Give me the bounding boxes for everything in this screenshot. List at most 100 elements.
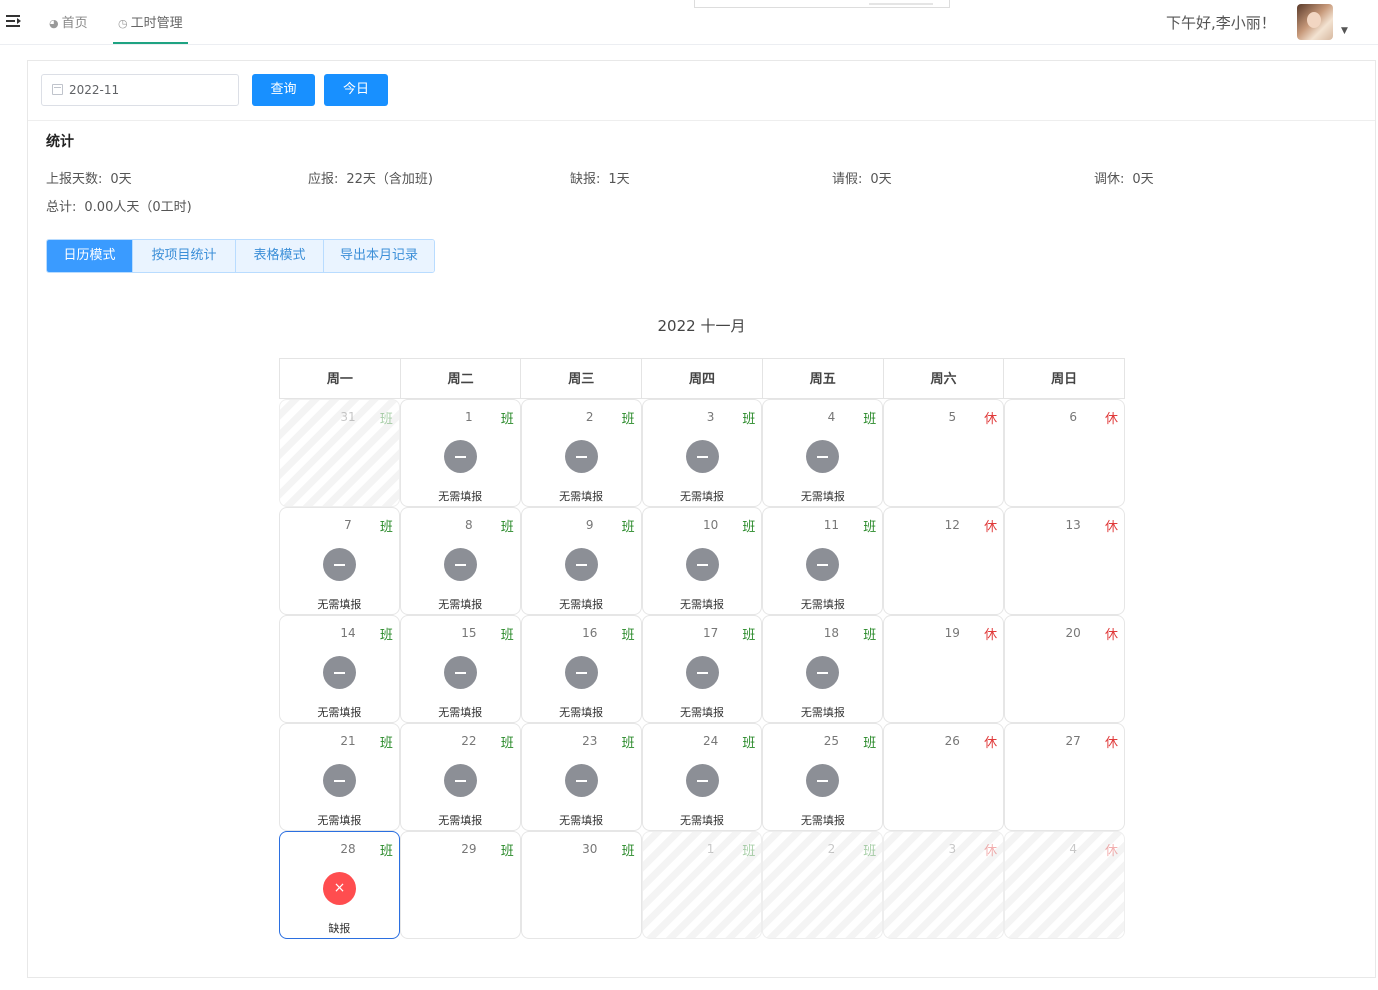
- export-month-button[interactable]: 导出本月记录: [324, 240, 434, 272]
- no-report-needed-icon: [685, 440, 719, 473]
- mode-by-project-button[interactable]: 按项目统计: [133, 240, 236, 272]
- today-button[interactable]: 今日: [324, 74, 388, 106]
- no-report-needed-icon: [685, 548, 719, 581]
- tab-work-hours[interactable]: ◷ 工时管理: [113, 0, 188, 44]
- avatar[interactable]: [1297, 4, 1333, 40]
- day-status-text: 无需填报: [800, 706, 845, 719]
- workday-tag: 班: [621, 628, 635, 643]
- calendar-day-cell[interactable]: 30 班: [520, 831, 642, 939]
- workday-tag: 班: [742, 844, 756, 859]
- mode-calendar-button[interactable]: 日历模式: [47, 240, 133, 272]
- calendar-day-cell[interactable]: 20 休: [1004, 615, 1126, 723]
- calendar-day-cell[interactable]: 13 休: [1004, 507, 1126, 615]
- calendar-day-cell[interactable]: 19 休: [883, 615, 1005, 723]
- workday-tag: 班: [621, 736, 635, 751]
- stat-value: 1天: [608, 172, 630, 187]
- day-number: 9: [585, 518, 594, 532]
- calendar-day-cell[interactable]: 11 班无需填报: [762, 507, 884, 615]
- workday-tag: 班: [379, 520, 393, 535]
- workday-tag: 班: [863, 412, 877, 427]
- user-menu-caret-icon[interactable]: ▼: [1341, 26, 1348, 36]
- query-button[interactable]: 查询: [252, 74, 315, 106]
- no-report-needed-icon: [806, 764, 840, 797]
- calendar-day-cell[interactable]: 4休: [1004, 831, 1126, 939]
- calendar-day-cell[interactable]: 17 班无需填报: [641, 615, 763, 723]
- calendar-day-cell[interactable]: 9 班无需填报: [520, 507, 642, 615]
- calendar-day-cell[interactable]: 8 班无需填报: [399, 507, 521, 615]
- day-number: 4: [827, 410, 836, 424]
- calendar-day-cell[interactable]: 31 班: [279, 399, 400, 507]
- calendar-day-cell[interactable]: 3 班无需填报: [641, 399, 763, 507]
- workday-tag: 班: [742, 628, 756, 643]
- calendar-day-cell[interactable]: 7 班无需填报: [279, 507, 400, 615]
- day-number: 1: [706, 842, 715, 856]
- no-report-needed-icon: [443, 764, 477, 797]
- calendar-day-cell[interactable]: 29 班: [399, 831, 521, 939]
- calendar-day-cell[interactable]: 25 班无需填报: [762, 723, 884, 831]
- workday-tag: 班: [863, 736, 877, 751]
- calendar-day-cell[interactable]: 12 休: [883, 507, 1005, 615]
- day-number: 2: [827, 842, 836, 856]
- stat-value: 0.00人天（0工时): [84, 200, 192, 215]
- day-number: 5: [948, 410, 957, 424]
- calendar-day-cell[interactable]: 6休: [1004, 399, 1126, 507]
- day-status-text: 无需填报: [438, 814, 483, 827]
- day-status-text: 无需填报: [317, 598, 362, 611]
- weekday-label: 周三: [521, 359, 643, 398]
- no-report-needed-icon: [806, 548, 840, 581]
- calendar-day-cell[interactable]: 1 班无需填报: [399, 399, 521, 507]
- no-report-needed-icon: [685, 764, 719, 797]
- no-report-needed-icon: [806, 656, 840, 689]
- workday-tag: 班: [500, 412, 514, 427]
- weekday-label: 周一: [280, 359, 401, 398]
- calendar-day-cell[interactable]: 4 班无需填报: [762, 399, 884, 507]
- day-number: 3: [948, 842, 957, 856]
- calendar-day-cell[interactable]: 26 休: [883, 723, 1005, 831]
- calendar-day-cell[interactable]: 2班: [762, 831, 884, 939]
- calendar-day-cell[interactable]: 22 班无需填报: [399, 723, 521, 831]
- top-search-box[interactable]: [694, 0, 950, 8]
- month-picker-input[interactable]: 2022-11: [41, 74, 239, 106]
- menu-toggle-icon[interactable]: [6, 14, 22, 30]
- calendar-grid: 周一 周二 周三 周四 周五 周六 周日 31 班 1 班无需填报 2 班无需填报 3 班无需…: [279, 358, 1126, 939]
- day-number: 29: [461, 842, 477, 856]
- tab-work-hours-label: 工时管理: [130, 16, 183, 31]
- day-number: 16: [582, 626, 598, 640]
- calendar-day-cell[interactable]: 16 班无需填报: [520, 615, 642, 723]
- day-number: 10: [702, 518, 719, 532]
- tab-home[interactable]: ◕ 首页: [49, 12, 88, 31]
- calendar-day-cell[interactable]: 28 班缺报: [279, 831, 400, 939]
- day-number: 19: [944, 626, 960, 640]
- day-status-text: 缺报: [328, 922, 351, 935]
- stat-value: 0天: [1132, 172, 1154, 187]
- day-number: 7: [344, 518, 352, 532]
- calendar-day-cell[interactable]: 10 班无需填报: [641, 507, 763, 615]
- workday-tag: 班: [621, 520, 635, 535]
- mode-table-button[interactable]: 表格模式: [236, 240, 324, 272]
- clock-icon: ◷: [118, 17, 128, 30]
- day-number: 31: [340, 410, 356, 424]
- day-status-text: 无需填报: [800, 814, 845, 827]
- day-number: 30: [582, 842, 598, 856]
- calendar-day-cell[interactable]: 18 班无需填报: [762, 615, 884, 723]
- day-number: 17: [702, 626, 719, 640]
- calendar-day-cell[interactable]: 1班: [641, 831, 763, 939]
- calendar-day-cell[interactable]: 3休: [883, 831, 1005, 939]
- workday-tag: 班: [621, 412, 635, 427]
- calendar-day-cell[interactable]: 5休: [883, 399, 1005, 507]
- workday-tag: 班: [379, 844, 393, 859]
- view-mode-switch: 日历模式 按项目统计 表格模式 导出本月记录: [46, 239, 435, 273]
- calendar-day-cell[interactable]: 23 班无需填报: [520, 723, 642, 831]
- stat-reported-days: 上报天数: 0天: [46, 168, 132, 187]
- calendar-day-cell[interactable]: 2 班无需填报: [520, 399, 642, 507]
- calendar-day-cell[interactable]: 27 休: [1004, 723, 1126, 831]
- calendar-day-cell[interactable]: 14 班无需填报: [279, 615, 400, 723]
- calendar-week-row: 28班缺报29班30班1班2班3休4休: [279, 831, 1126, 939]
- greeting-text: 下午好,李小丽！: [1166, 14, 1276, 32]
- calendar-day-cell[interactable]: 24 班无需填报: [641, 723, 763, 831]
- calendar-day-cell[interactable]: 21 班无需填报: [279, 723, 400, 831]
- filter-row: 2022-11 查询 今日: [28, 61, 1375, 121]
- dashboard-icon: ◕: [49, 17, 59, 30]
- calendar-day-cell[interactable]: 15 班无需填报: [399, 615, 521, 723]
- no-report-needed-icon: [564, 548, 598, 581]
